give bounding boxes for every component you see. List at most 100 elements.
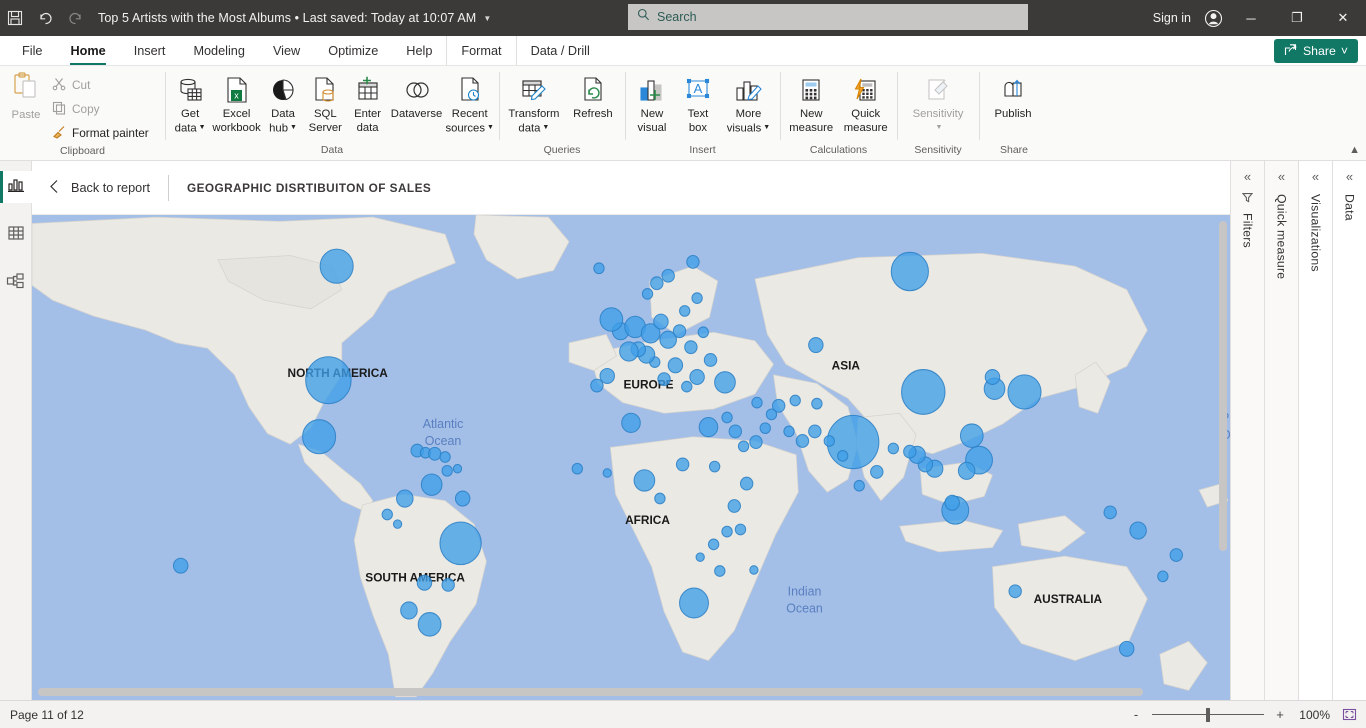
map-bubble[interactable] <box>904 445 916 458</box>
quick-measure-button[interactable]: Quick measure <box>839 71 894 136</box>
map-bubble[interactable] <box>715 372 736 393</box>
map-bubble[interactable] <box>676 458 688 471</box>
map-bubble[interactable] <box>303 420 336 454</box>
map-bubble[interactable] <box>838 451 848 462</box>
publish-button[interactable]: Publish <box>983 71 1043 123</box>
map-bubble[interactable] <box>442 578 454 591</box>
map-bubble[interactable] <box>888 443 898 454</box>
zoom-in-button[interactable]: + <box>1274 707 1286 722</box>
map-bubble[interactable] <box>1009 585 1021 598</box>
tab-format[interactable]: Format <box>446 36 515 65</box>
map-bubble[interactable] <box>600 368 614 383</box>
map-bubble[interactable] <box>668 358 682 373</box>
map-bubble[interactable] <box>655 493 665 504</box>
map-bubble[interactable] <box>1170 549 1182 562</box>
map-bubble[interactable] <box>704 354 716 367</box>
map-bubble[interactable] <box>945 495 959 510</box>
zoom-slider[interactable] <box>1152 708 1264 722</box>
tab-file[interactable]: File <box>8 36 56 65</box>
map-bubble[interactable] <box>960 424 983 447</box>
map-bubble[interactable] <box>603 469 611 478</box>
map-bubble[interactable] <box>796 435 808 448</box>
chevron-double-left-icon[interactable]: « <box>1346 170 1353 184</box>
map-bubble[interactable] <box>824 436 834 447</box>
map-bubble[interactable] <box>591 379 603 392</box>
map-bubble[interactable] <box>642 289 652 300</box>
world-bubble-map[interactable]: NORTH AMERICA EUROPE ASIA AFRICA SOUTH A… <box>32 215 1230 700</box>
share-button[interactable]: Share ˅ <box>1274 39 1358 63</box>
tab-modeling[interactable]: Modeling <box>179 36 259 65</box>
sql-server-button[interactable]: SQL Server <box>304 71 346 136</box>
refresh-button[interactable]: Refresh <box>565 71 621 123</box>
close-button[interactable]: ✕ <box>1320 0 1366 36</box>
transform-data-button[interactable]: Transform data▼ <box>503 71 565 136</box>
map-bubble[interactable] <box>750 566 758 575</box>
scrollbar-thumb[interactable] <box>38 688 1143 696</box>
map-bubble[interactable] <box>429 447 441 460</box>
map-bubble[interactable] <box>902 370 945 415</box>
map-bubble[interactable] <box>440 522 481 565</box>
map-bubble[interactable] <box>698 327 708 338</box>
fit-to-page-icon[interactable] <box>1340 706 1358 724</box>
chevron-double-left-icon[interactable]: « <box>1244 170 1251 184</box>
map-bubble[interactable] <box>728 500 740 513</box>
map-bubble[interactable] <box>708 539 718 550</box>
pane-visualizations[interactable]: « Visualizations <box>1298 161 1332 700</box>
map-bubble[interactable] <box>673 325 685 338</box>
scrollbar-thumb[interactable] <box>1219 221 1227 551</box>
zoom-slider-knob[interactable] <box>1206 708 1210 722</box>
map-bubble[interactable] <box>306 357 351 404</box>
sidebar-item-report-view[interactable] <box>0 171 32 203</box>
data-hub-button[interactable]: Data hub▼ <box>262 71 304 136</box>
map-bubble[interactable] <box>320 249 353 283</box>
canvas-horizontal-scrollbar[interactable] <box>38 688 1214 696</box>
map-bubble[interactable] <box>622 413 641 432</box>
map-bubble[interactable] <box>1119 641 1133 656</box>
map-bubble[interactable] <box>662 269 674 282</box>
map-bubble[interactable] <box>871 465 883 478</box>
search-input[interactable]: Search <box>628 4 1028 30</box>
save-icon[interactable] <box>0 5 30 31</box>
map-bubble[interactable] <box>854 480 864 491</box>
tab-help[interactable]: Help <box>392 36 446 65</box>
chevron-double-left-icon[interactable]: « <box>1278 170 1285 184</box>
map-bubble[interactable] <box>442 465 452 476</box>
tab-insert[interactable]: Insert <box>120 36 180 65</box>
map-bubble[interactable] <box>752 397 762 408</box>
canvas-vertical-scrollbar[interactable] <box>1219 221 1227 670</box>
back-to-report-button[interactable]: Back to report <box>48 179 168 197</box>
map-bubble[interactable] <box>654 314 668 329</box>
enter-data-button[interactable]: Enter data <box>346 71 388 136</box>
map-bubble[interactable] <box>1008 375 1041 409</box>
map-bubble[interactable] <box>1104 506 1116 519</box>
map-bubble[interactable] <box>658 373 670 386</box>
get-data-button[interactable]: Get data▼ <box>169 71 211 136</box>
map-bubble[interactable] <box>699 418 718 437</box>
map-bubble[interactable] <box>685 341 697 354</box>
map-bubble[interactable] <box>760 423 770 434</box>
map-bubble[interactable] <box>634 470 655 491</box>
pane-data[interactable]: « Data <box>1332 161 1366 700</box>
pane-quick-measure[interactable]: « Quick measure <box>1264 161 1298 700</box>
map-bubble[interactable] <box>455 491 469 506</box>
map-bubble[interactable] <box>827 415 879 468</box>
map-bubble[interactable] <box>784 426 794 437</box>
map-bubble[interactable] <box>680 588 709 618</box>
undo-icon[interactable] <box>30 5 60 31</box>
map-bubble[interactable] <box>382 509 392 520</box>
recent-sources-button[interactable]: Recent sources▼ <box>444 71 495 136</box>
map-bubble[interactable] <box>687 256 699 269</box>
map-bubble[interactable] <box>985 370 999 385</box>
tab-home[interactable]: Home <box>56 36 119 65</box>
map-bubble[interactable] <box>594 263 604 274</box>
map-bubble[interactable] <box>397 490 414 507</box>
map-bubble[interactable] <box>417 575 431 590</box>
map-bubble[interactable] <box>715 566 725 577</box>
map-bubble[interactable] <box>766 409 776 420</box>
map-bubble[interactable] <box>572 463 582 474</box>
map-bubble[interactable] <box>958 462 975 479</box>
restore-button[interactable]: ❐ <box>1274 0 1320 36</box>
map-bubble[interactable] <box>393 520 401 529</box>
map-bubble[interactable] <box>440 452 450 463</box>
tab-view[interactable]: View <box>259 36 314 65</box>
